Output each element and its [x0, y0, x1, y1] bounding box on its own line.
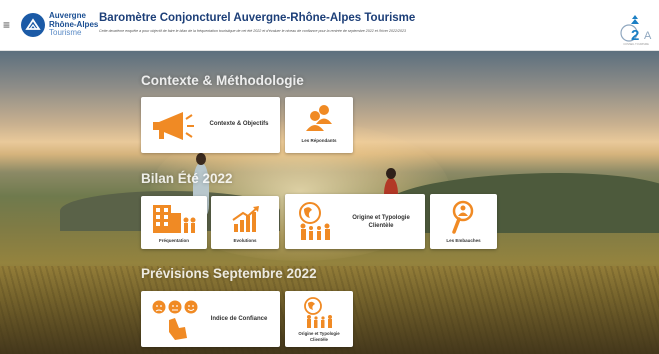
card-evolutions-label: Evolutions	[233, 238, 257, 243]
section-bilan-heading: Bilan Été 2022	[141, 171, 233, 186]
card-origine-typologie-previsions-line2: Clientèle	[310, 336, 328, 342]
hiker-head-1	[196, 153, 206, 165]
hamburger-menu-icon[interactable]: ≡	[3, 19, 13, 31]
card-origine-typologie-previsions[interactable]: Origine et Typologie Clientèle	[285, 291, 353, 347]
card-origine-typologie[interactable]: Origine et Typologie Clientèle	[285, 194, 425, 249]
card-origine-typologie-label: Origine et Typologie Clientèle	[340, 214, 422, 230]
header-bar: ≡ Auvergne Rhône-Alpes Tourisme Baromètr…	[0, 0, 659, 51]
card-origine-typologie-label-line1: Origine et Typologie	[352, 215, 410, 221]
page-title: Baromètre Conjoncturel Auvergne-Rhône-Al…	[99, 12, 416, 24]
growth-chart-icon	[232, 206, 259, 232]
megaphone-icon	[153, 112, 194, 140]
logo-line-3: Tourisme	[49, 28, 82, 37]
region-logo-icon[interactable]	[21, 13, 45, 37]
globe-family-icon	[299, 202, 330, 240]
globe-family-icon	[304, 297, 332, 328]
card-repondants-label: Les Répondants	[301, 138, 337, 143]
hotel-building-icon	[153, 205, 196, 233]
region-logo-text[interactable]: Auvergne Rhône-Alpes Tourisme	[49, 11, 98, 38]
card-origine-typologie-label-line2: Clientèle	[368, 223, 394, 229]
card-contexte-objectifs-label: Contexte & Objectifs	[209, 121, 269, 127]
card-embauches-label: Les Embauches	[446, 238, 481, 243]
partner-logo[interactable]: 2 A CONSEIL TOURISME	[618, 13, 654, 47]
card-frequentation[interactable]: Fréquentation	[141, 196, 207, 249]
card-frequentation-label: Fréquentation	[159, 238, 189, 243]
card-indice-confiance-label: Indice de Confiance	[210, 316, 268, 322]
page-subtitle: Cette deuxième enquête a pour objectif d…	[99, 29, 407, 33]
magnifier-person-icon	[452, 200, 474, 234]
satisfaction-hand-icon	[152, 300, 198, 340]
card-origine-typologie-previsions-label: Origine et Typologie Clientèle	[285, 331, 353, 342]
card-repondants[interactable]: Les Répondants	[285, 97, 353, 153]
card-evolutions[interactable]: Evolutions	[211, 196, 279, 249]
section-contexte-heading: Contexte & Méthodologie	[141, 73, 304, 88]
people-icon	[306, 105, 332, 131]
section-previsions-heading: Prévisions Septembre 2022	[141, 266, 317, 281]
card-indice-confiance[interactable]: Indice de Confiance	[141, 291, 280, 347]
partner-logo-a: A	[644, 30, 652, 42]
card-contexte-objectifs[interactable]: Contexte & Objectifs	[141, 97, 280, 153]
partner-caption: CONSEIL TOURISME	[623, 43, 649, 46]
card-embauches[interactable]: Les Embauches	[430, 194, 497, 249]
hiker-head-2	[386, 168, 396, 179]
partner-logo-mark: 2	[631, 27, 639, 44]
